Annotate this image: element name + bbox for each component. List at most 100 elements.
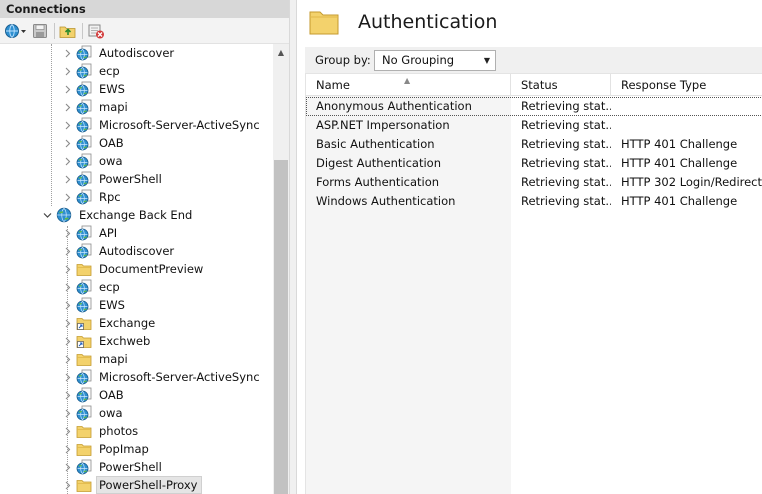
tree-node[interactable]: ecp: [0, 278, 273, 296]
tree-node[interactable]: Microsoft-Server-ActiveSync: [0, 368, 273, 386]
tree-node-label: PowerShell: [99, 460, 162, 474]
collapsed-chevron-icon[interactable]: [62, 116, 72, 134]
scrollbar-thumb[interactable]: [274, 160, 288, 494]
tree-node[interactable]: PowerShell: [0, 458, 273, 476]
collapsed-chevron-icon[interactable]: [62, 404, 72, 422]
tree-node-label: Rpc: [99, 190, 121, 204]
tree-node-label: ecp: [99, 280, 120, 294]
globe-page-icon: [76, 225, 92, 241]
collapsed-chevron-icon[interactable]: [62, 422, 72, 440]
cell-response: [611, 116, 762, 135]
tree-scrollbar[interactable]: ▲: [273, 44, 289, 494]
collapsed-chevron-icon[interactable]: [62, 332, 72, 350]
connections-header: Connections: [0, 0, 289, 18]
column-header-response-type[interactable]: Response Type: [611, 74, 762, 96]
collapsed-chevron-icon[interactable]: [62, 224, 72, 242]
list-item[interactable]: Digest Authentication Retrieving stat... H…: [306, 154, 762, 173]
column-header-status[interactable]: Status: [511, 74, 611, 96]
cell-name: Digest Authentication: [316, 156, 442, 170]
tree-node-label: Microsoft-Server-ActiveSync: [99, 370, 260, 384]
collapsed-chevron-icon[interactable]: [62, 278, 72, 296]
list-item[interactable]: Forms Authentication Retrieving stat... HT…: [306, 173, 762, 192]
folder-up-icon: [59, 26, 76, 38]
tree-node[interactable]: Autodiscover: [0, 44, 273, 62]
tree-node[interactable]: owa: [0, 152, 273, 170]
globe-page-icon: [76, 63, 92, 79]
tree-node[interactable]: mapi: [0, 98, 273, 116]
tree-node[interactable]: Microsoft-Server-ActiveSync: [0, 116, 273, 134]
create-connection-button[interactable]: [3, 21, 27, 41]
collapsed-chevron-icon[interactable]: [62, 260, 72, 278]
globe-page-icon: [76, 171, 92, 187]
globe-page-icon: [76, 117, 92, 133]
tree-node[interactable]: Exchange Back End: [0, 206, 273, 224]
tree-node[interactable]: Exchange: [0, 314, 273, 332]
collapsed-chevron-icon[interactable]: [62, 44, 72, 62]
tree-node[interactable]: PowerShell-Proxy: [0, 476, 273, 494]
tree-node-label: PowerShell: [99, 172, 162, 186]
virtual-dir-icon: [76, 333, 92, 349]
tree-node[interactable]: API: [0, 224, 273, 242]
collapsed-chevron-icon[interactable]: [62, 440, 72, 458]
collapsed-chevron-icon[interactable]: [62, 386, 72, 404]
scroll-up-icon[interactable]: ▲: [273, 44, 289, 61]
tree-node-label: owa: [99, 154, 123, 168]
collapsed-chevron-icon[interactable]: [62, 296, 72, 314]
tree-node[interactable]: ecp: [0, 62, 273, 80]
cell-status: Retrieving stat...: [521, 99, 611, 113]
connections-toolbar: [0, 18, 289, 44]
tree-node-label: PowerShell-Proxy: [95, 476, 203, 494]
cell-name: Anonymous Authentication: [316, 99, 472, 113]
collapsed-chevron-icon[interactable]: [62, 314, 72, 332]
collapsed-chevron-icon[interactable]: [62, 170, 72, 188]
expanded-chevron-icon[interactable]: [42, 206, 52, 224]
tree-node[interactable]: Autodiscover: [0, 242, 273, 260]
tree-node[interactable]: mapi: [0, 350, 273, 368]
collapsed-chevron-icon[interactable]: [62, 98, 72, 116]
tree-node[interactable]: EWS: [0, 296, 273, 314]
tree-node[interactable]: OAB: [0, 134, 273, 152]
up-level-button[interactable]: [58, 21, 78, 41]
collapsed-chevron-icon[interactable]: [62, 350, 72, 368]
tree-node[interactable]: Exchweb: [0, 332, 273, 350]
toolbar-separator: [82, 23, 83, 39]
tree-node-label: mapi: [99, 100, 128, 114]
disconnect-icon: [88, 24, 104, 39]
collapsed-chevron-icon[interactable]: [62, 62, 72, 80]
tree-node[interactable]: PopImap: [0, 440, 273, 458]
tree-node[interactable]: Rpc: [0, 188, 273, 206]
tree-node[interactable]: EWS: [0, 80, 273, 98]
collapsed-chevron-icon[interactable]: [62, 458, 72, 476]
collapsed-chevron-icon[interactable]: [62, 152, 72, 170]
list-item[interactable]: Anonymous Authentication Retrieving stat.…: [306, 97, 762, 116]
list-item[interactable]: Basic Authentication Retrieving stat... HT…: [306, 135, 762, 154]
collapsed-chevron-icon[interactable]: [62, 188, 72, 206]
site-globe-icon: [56, 207, 72, 223]
globe-page-icon: [76, 153, 92, 169]
dropdown-arrow-icon: ▼: [483, 56, 490, 65]
collapsed-chevron-icon[interactable]: [62, 80, 72, 98]
tree-node[interactable]: PowerShell: [0, 170, 273, 188]
collapsed-chevron-icon[interactable]: [62, 242, 72, 260]
list-item[interactable]: ASP.NET Impersonation Retrieving stat...: [306, 116, 762, 135]
column-header-name[interactable]: Name ▲: [306, 74, 511, 96]
tree-node-label: ecp: [99, 64, 120, 78]
group-by-label: Group by:: [315, 53, 371, 67]
cell-status: Retrieving stat...: [521, 175, 611, 189]
list-item[interactable]: Windows Authentication Retrieving stat...…: [306, 192, 762, 211]
tree-node[interactable]: owa: [0, 404, 273, 422]
tree-node[interactable]: OAB: [0, 386, 273, 404]
pane-splitter[interactable]: [289, 0, 297, 494]
collapsed-chevron-icon[interactable]: [62, 476, 72, 494]
globe-page-icon: [76, 189, 92, 205]
delete-connection-button[interactable]: [86, 21, 106, 41]
group-by-dropdown[interactable]: No Grouping ▼: [374, 50, 496, 71]
tree-node[interactable]: photos: [0, 422, 273, 440]
save-button[interactable]: [30, 21, 50, 41]
collapsed-chevron-icon[interactable]: [62, 134, 72, 152]
tree-node-label: OAB: [99, 388, 124, 402]
page-title: Authentication: [358, 11, 498, 33]
collapsed-chevron-icon[interactable]: [62, 368, 72, 386]
tree-node[interactable]: DocumentPreview: [0, 260, 273, 278]
cell-response: HTTP 302 Login/Redirect: [621, 175, 762, 189]
